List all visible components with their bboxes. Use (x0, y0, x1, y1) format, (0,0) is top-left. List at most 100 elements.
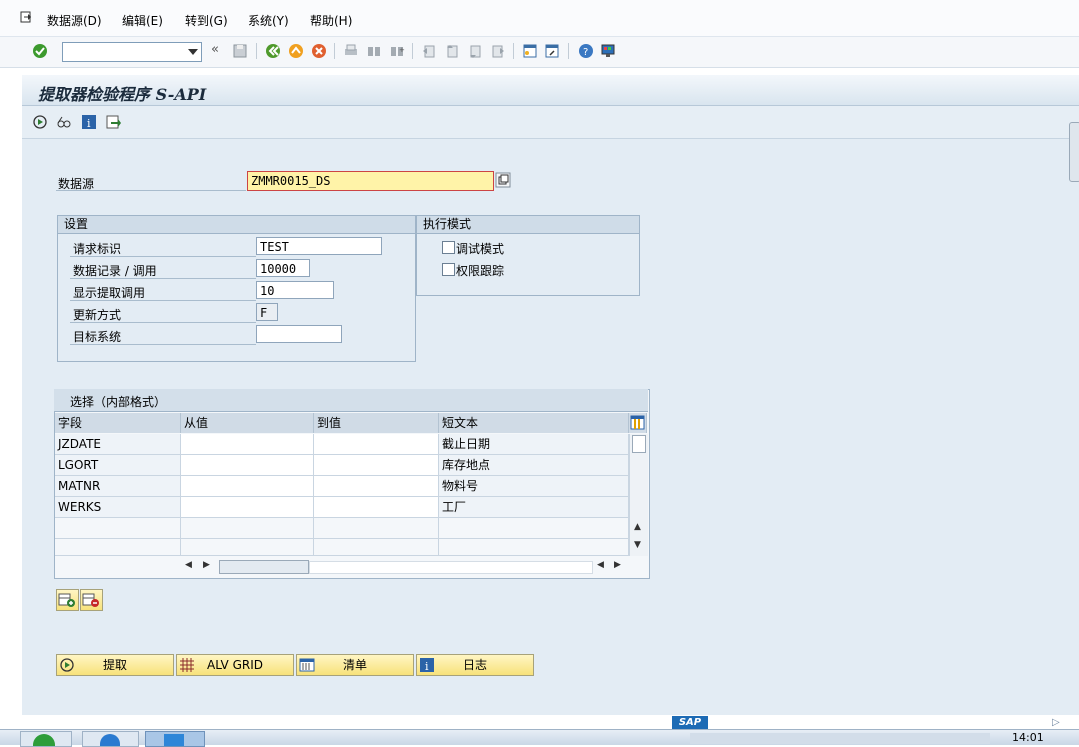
menu-entry-icon[interactable] (20, 11, 32, 23)
cell-to-input[interactable] (314, 434, 439, 455)
table-horizontal-scrollbar[interactable]: ◀ ▶ ◀ ▶ (55, 557, 647, 576)
scroll-left-icon[interactable]: ◀ (597, 560, 604, 570)
cell-to-input[interactable] (314, 455, 439, 476)
cell-short-text: 工厂 (439, 497, 629, 518)
cell-to-input[interactable] (314, 497, 439, 518)
page-title: 提取器检验程序 S-API (38, 85, 207, 104)
list-button[interactable]: 清单 (296, 654, 414, 676)
cell-short-text: 库存地点 (439, 455, 629, 476)
cell-field: WERKS (55, 497, 181, 518)
cell-from-input[interactable] (181, 434, 314, 455)
menu-system[interactable]: 系统(Y) (248, 12, 289, 29)
next-page-icon[interactable] (467, 43, 483, 59)
transfer-icon[interactable] (105, 114, 121, 130)
target-system-input[interactable] (256, 325, 342, 343)
request-id-input[interactable]: TEST (256, 237, 382, 255)
taskbar-browser[interactable] (82, 731, 139, 747)
scroll-left-icon[interactable]: ◀ (185, 560, 192, 570)
vertical-scrollbar-thumb[interactable] (1069, 122, 1079, 182)
label-underline (56, 190, 246, 191)
sap-logo: SAP (672, 716, 708, 730)
table-scroll-thumb[interactable] (632, 435, 646, 453)
exit-icon[interactable] (288, 43, 304, 59)
print-icon[interactable] (343, 43, 359, 59)
cancel-icon[interactable] (311, 43, 327, 59)
alv-grid-button[interactable]: ALV GRID (176, 654, 294, 676)
enter-icon[interactable] (32, 43, 48, 59)
selection-table-title: 选择（内部格式） (70, 395, 167, 409)
start-button[interactable] (20, 731, 72, 747)
previous-page-icon[interactable] (444, 43, 460, 59)
windows-start-icon (33, 734, 55, 746)
collapse-icon[interactable]: « (211, 42, 219, 57)
column-header-to[interactable]: 到值 (314, 413, 439, 433)
execute-icon[interactable] (32, 114, 48, 130)
svg-text:i: i (425, 660, 429, 673)
scroll-right-icon[interactable]: ▶ (203, 560, 210, 570)
scroll-down-icon[interactable]: ▼ (634, 540, 641, 550)
toolbar-separator (568, 43, 569, 59)
datasource-input[interactable]: ZMMR0015_DS (247, 171, 494, 191)
toolbar-separator (334, 43, 335, 59)
table-vertical-scrollbar[interactable]: ▲ ▼ (629, 434, 648, 556)
find-icon[interactable] (366, 43, 382, 59)
insert-row-button[interactable] (56, 589, 79, 611)
menu-goto[interactable]: 转到(G) (185, 12, 228, 29)
save-icon[interactable] (232, 43, 248, 59)
cell-empty (55, 539, 181, 556)
update-mode-input[interactable]: F (256, 303, 278, 321)
menu-datasource[interactable]: 数据源(D) (47, 12, 102, 29)
customize-icon[interactable] (600, 43, 616, 59)
auth-trace-checkbox[interactable] (442, 263, 455, 276)
list-button-label: 清单 (342, 658, 367, 672)
column-header-short-text[interactable]: 短文本 (439, 413, 629, 433)
extract-button[interactable]: 提取 (56, 654, 174, 676)
status-bar-expand-icon[interactable]: ▷ (1052, 717, 1060, 728)
help-icon[interactable]: ? (578, 43, 594, 59)
column-header-from[interactable]: 从值 (181, 413, 314, 433)
create-session-icon[interactable] (522, 43, 538, 59)
find-next-icon[interactable]: + (389, 43, 405, 59)
records-per-call-input[interactable]: 10000 (256, 259, 310, 277)
auth-trace-label: 权限跟踪 (456, 264, 505, 278)
clock: 14:01 (1012, 731, 1044, 744)
glasses-icon[interactable] (56, 114, 72, 130)
system-tray[interactable] (690, 733, 990, 744)
menu-edit[interactable]: 编辑(E) (122, 12, 163, 29)
selection-table-title-bar: 选择（内部格式） (54, 389, 648, 412)
last-page-icon[interactable] (490, 43, 506, 59)
delete-row-button[interactable] (80, 589, 103, 611)
scroll-right-icon[interactable]: ▶ (614, 560, 621, 570)
back-icon[interactable] (265, 43, 281, 59)
column-settings-icon[interactable] (629, 413, 647, 433)
column-header-field[interactable]: 字段 (55, 413, 181, 433)
cell-empty (439, 518, 629, 539)
extract-calls-input[interactable]: 10 (256, 281, 334, 299)
log-button[interactable]: i 日志 (416, 654, 534, 676)
debug-mode-checkbox[interactable] (442, 241, 455, 254)
chevron-down-icon[interactable] (188, 49, 198, 55)
cell-to-input[interactable] (314, 476, 439, 497)
cell-from-input[interactable] (181, 455, 314, 476)
cell-from-input[interactable] (181, 476, 314, 497)
svg-text:+: + (399, 46, 405, 54)
cell-field: JZDATE (55, 434, 181, 455)
grid-icon (180, 658, 194, 672)
horizontal-scroll-thumb[interactable] (219, 560, 309, 574)
cell-field: MATNR (55, 476, 181, 497)
first-page-icon[interactable] (421, 43, 437, 59)
alv-grid-button-label: ALV GRID (206, 658, 263, 672)
label-underline (70, 300, 256, 301)
shortcut-icon[interactable] (544, 43, 560, 59)
scroll-up-icon[interactable]: ▲ (634, 522, 641, 532)
cell-empty (314, 539, 439, 556)
cell-short-text: 物料号 (439, 476, 629, 497)
taskbar-sap-gui[interactable] (145, 731, 205, 747)
update-mode-label: 更新方式 (73, 308, 122, 322)
horizontal-scroll-track[interactable] (309, 561, 593, 574)
info-icon[interactable]: i (81, 114, 97, 130)
menu-help[interactable]: 帮助(H) (310, 12, 352, 29)
cell-from-input[interactable] (181, 497, 314, 518)
command-field[interactable] (62, 42, 202, 62)
value-help-icon[interactable] (495, 172, 511, 188)
